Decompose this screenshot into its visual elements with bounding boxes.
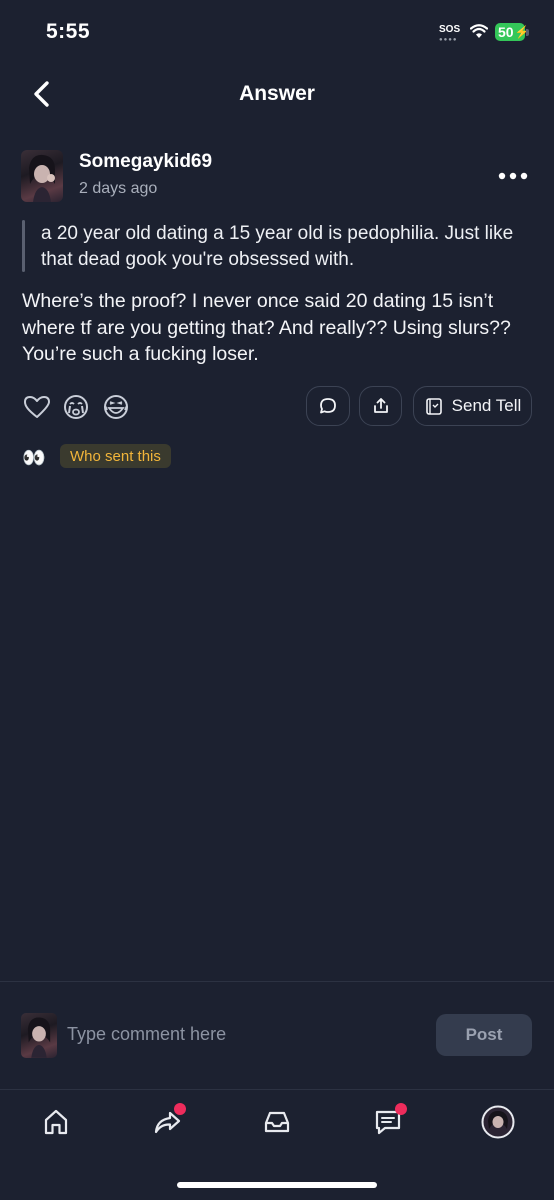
signal-dots-icon: ●●●● xyxy=(439,37,458,43)
sos-indicator: SOS xyxy=(439,24,461,35)
page-title: Answer xyxy=(239,82,315,105)
divider xyxy=(0,981,554,982)
inbox-icon xyxy=(264,1111,290,1133)
status-time: 5:55 xyxy=(46,20,91,43)
avatar-figure-icon xyxy=(29,154,55,202)
send-tell-button[interactable]: Send Tell xyxy=(413,386,532,426)
battery-level: 50 xyxy=(498,24,514,40)
eyes-emoji-icon: 👀 xyxy=(22,448,46,469)
post-timestamp: 2 days ago xyxy=(79,180,158,197)
tab-inbox[interactable] xyxy=(260,1105,294,1139)
heart-icon[interactable] xyxy=(22,392,52,422)
share-button[interactable] xyxy=(359,386,402,426)
avatar-figure-icon xyxy=(27,1017,51,1058)
comment-input[interactable] xyxy=(67,1024,417,1045)
tab-home[interactable] xyxy=(39,1105,73,1139)
crying-face-icon[interactable] xyxy=(61,392,91,422)
divider xyxy=(0,1089,554,1090)
battery-icon: 50 ⚡ xyxy=(495,23,530,41)
tell-notebook-icon xyxy=(425,398,442,415)
quote-bar xyxy=(22,220,25,272)
who-sent-this-badge[interactable]: Who sent this xyxy=(60,444,171,468)
share-notification-badge xyxy=(174,1103,186,1115)
post-button[interactable]: Post xyxy=(436,1014,532,1056)
more-options-icon[interactable] xyxy=(496,166,530,186)
comment-button[interactable] xyxy=(306,386,350,426)
home-indicator[interactable] xyxy=(177,1182,377,1188)
author-username[interactable]: Somegaykid69 xyxy=(79,151,212,173)
laughing-face-icon[interactable] xyxy=(101,392,131,422)
question-text: a 20 year old dating a 15 year old is pe… xyxy=(41,223,514,270)
commenter-avatar xyxy=(21,1013,57,1058)
send-tell-label: Send Tell xyxy=(451,396,522,415)
home-icon xyxy=(44,1109,68,1135)
comment-bubble-icon xyxy=(320,398,336,414)
author-avatar[interactable] xyxy=(21,150,63,202)
wifi-icon xyxy=(470,24,488,38)
share-upload-icon xyxy=(373,398,388,413)
answer-text: Where’s the proof? I never once said 20 … xyxy=(22,290,511,365)
tab-profile[interactable] xyxy=(481,1105,515,1139)
messages-notification-badge xyxy=(395,1103,407,1115)
battery-cap xyxy=(526,29,529,36)
avatar xyxy=(481,1105,515,1139)
